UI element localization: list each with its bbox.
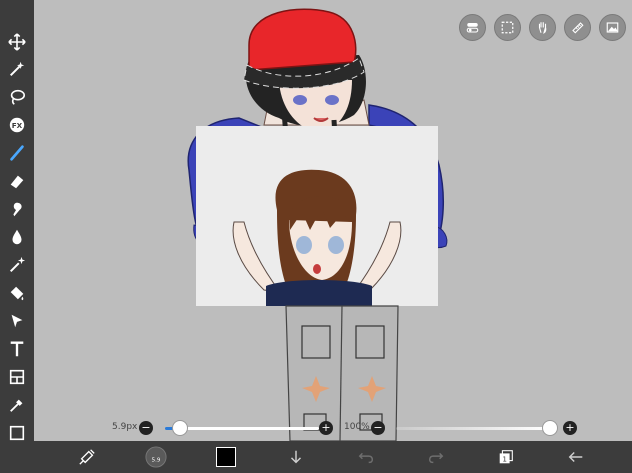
opacity-track[interactable] xyxy=(396,427,548,430)
color-swatch[interactable] xyxy=(214,445,238,469)
lasso-icon[interactable] xyxy=(0,84,34,110)
mouth xyxy=(313,117,329,122)
red-beanie xyxy=(248,8,357,71)
transform-icon[interactable] xyxy=(75,445,99,469)
svg-text:1: 1 xyxy=(502,455,507,464)
left-eye xyxy=(293,95,307,105)
size-decrease-button[interactable]: − xyxy=(139,421,153,435)
brush-preview-icon[interactable]: 5.9 xyxy=(144,445,168,469)
bottom-toolbar: 5.9 1 xyxy=(34,441,632,473)
download-icon[interactable] xyxy=(284,445,308,469)
frame-divider-icon[interactable] xyxy=(0,364,34,390)
eraser-icon[interactable] xyxy=(0,168,34,194)
front-right-eye xyxy=(328,236,344,254)
redo-icon[interactable] xyxy=(424,445,448,469)
right-eye xyxy=(325,95,339,105)
image-icon[interactable] xyxy=(599,14,626,41)
opacity-increase-button[interactable]: + xyxy=(563,421,577,435)
opacity-slider-thumb[interactable] xyxy=(542,420,558,436)
front-shirt xyxy=(266,280,372,306)
hand-icon[interactable] xyxy=(529,14,556,41)
toggle-icon[interactable] xyxy=(459,14,486,41)
opacity-decrease-button[interactable]: − xyxy=(371,421,385,435)
brush-size-label: 5.9px xyxy=(112,422,138,432)
front-mouth xyxy=(313,264,321,274)
svg-text:5.9: 5.9 xyxy=(152,458,161,464)
eyedropper-icon[interactable] xyxy=(0,392,34,418)
selection-icon[interactable] xyxy=(494,14,521,41)
left-toolbar: FX xyxy=(0,0,34,473)
select-arrow-icon[interactable] xyxy=(0,308,34,334)
brush-opacity-label: 100% xyxy=(344,422,370,432)
svg-text:FX: FX xyxy=(12,121,23,130)
fill-icon[interactable] xyxy=(0,280,34,306)
blur-drop-icon[interactable] xyxy=(0,224,34,250)
layers-icon[interactable]: 1 xyxy=(494,445,518,469)
size-track[interactable] xyxy=(179,427,319,430)
top-right-toolbar xyxy=(459,14,626,41)
ruler-icon[interactable] xyxy=(564,14,591,41)
text-icon[interactable] xyxy=(0,336,34,362)
move-icon[interactable] xyxy=(0,29,34,55)
magic-wand-icon[interactable] xyxy=(0,56,34,82)
drawing-canvas[interactable] xyxy=(34,0,632,441)
magic-brush-icon[interactable] xyxy=(0,252,34,278)
back-icon[interactable] xyxy=(564,445,588,469)
smudge-icon[interactable] xyxy=(0,196,34,222)
size-increase-button[interactable]: + xyxy=(319,421,333,435)
front-left-eye xyxy=(296,236,312,254)
size-slider-thumb[interactable] xyxy=(172,420,188,436)
canvas-icon[interactable] xyxy=(0,420,34,446)
brush-icon[interactable] xyxy=(0,140,34,166)
fx-icon[interactable]: FX xyxy=(0,112,34,138)
undo-icon[interactable] xyxy=(354,445,378,469)
